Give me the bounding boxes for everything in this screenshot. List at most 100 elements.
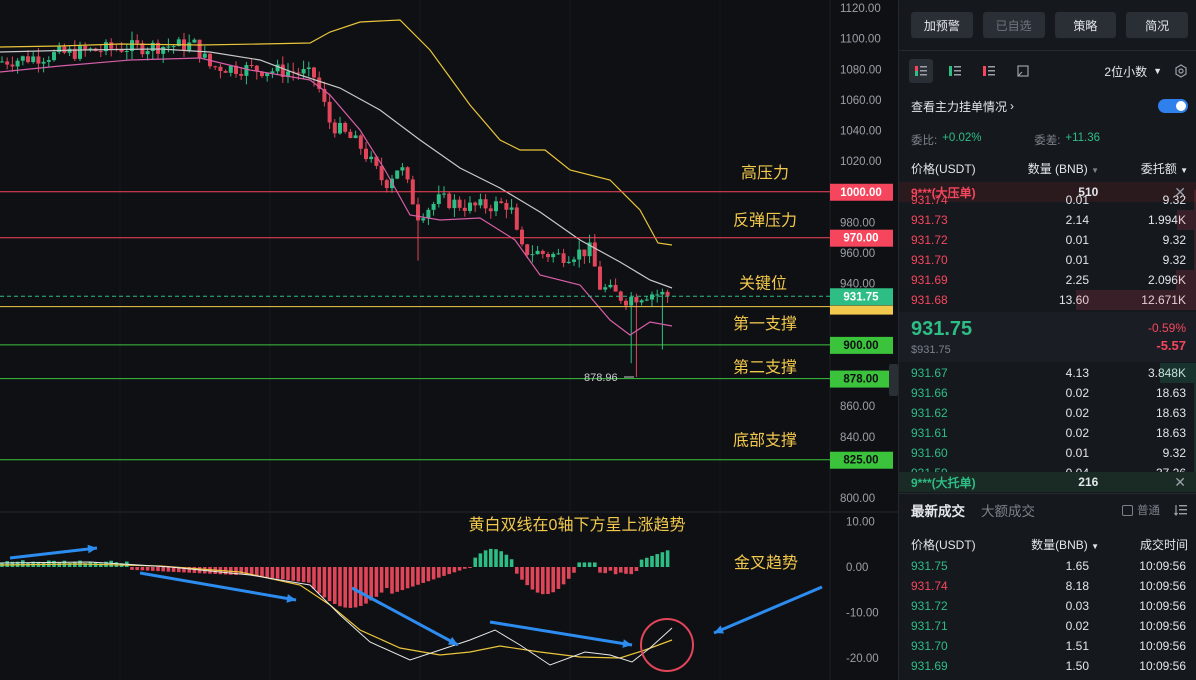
panel-resize-handle[interactable] <box>889 364 898 396</box>
macd-histogram-bar <box>639 559 644 567</box>
ask-row[interactable]: 931.72 0.01 9.32 <box>911 230 1196 250</box>
candle-body <box>577 249 582 260</box>
depth-view-icon[interactable] <box>1011 59 1035 83</box>
trade-qty: 0.03 <box>1065 599 1089 613</box>
macd-histogram-bar <box>296 567 301 582</box>
overview-button[interactable]: 简况 <box>1126 12 1188 38</box>
bid-row[interactable]: 931.61 0.02 18.63 <box>911 423 1196 443</box>
macd-histogram-bar <box>624 567 628 574</box>
macd-histogram-bar <box>255 567 259 577</box>
macd-histogram-bar <box>457 567 462 571</box>
candle-body <box>244 65 249 76</box>
tab-large-trades[interactable]: 大额成交 <box>981 500 1035 520</box>
candle-body <box>416 204 420 221</box>
decimals-select[interactable]: 2位小数 ▼ <box>1104 63 1188 80</box>
candle-body <box>556 253 561 255</box>
col-qty[interactable]: 数量 (BNB) ▼ <box>1005 160 1099 177</box>
bid-total: 18.63 <box>1155 406 1186 420</box>
trade-qty: 0.02 <box>1065 619 1089 633</box>
macd-histogram-bar <box>369 567 373 601</box>
macd-histogram-bar <box>546 567 550 595</box>
filter-list-icon[interactable] <box>1174 503 1188 517</box>
ask-row[interactable]: 931.74 0.01 9.32 <box>911 190 1196 210</box>
macd-axis-tick: 10.00 <box>846 517 875 529</box>
view-bids-icon[interactable] <box>943 59 967 83</box>
depth-bar <box>1159 363 1196 383</box>
bid-row[interactable]: 931.62 0.02 18.63 <box>911 403 1196 423</box>
watchlist-button[interactable]: 已自选 <box>982 12 1045 38</box>
last-price-box: 931.75 $931.75 -0.59% -5.57 <box>899 312 1196 362</box>
candle-body <box>218 66 223 72</box>
add-alert-button[interactable]: 加预警 <box>911 12 973 38</box>
candle-body <box>405 167 410 180</box>
close-icon[interactable]: ✕ <box>1174 474 1186 491</box>
macd-histogram-bar <box>301 567 306 583</box>
bid-qty: 0.02 <box>1065 386 1089 400</box>
candle-body <box>15 60 20 67</box>
strategy-button[interactable]: 策略 <box>1054 12 1117 38</box>
ask-row[interactable]: 931.70 0.01 9.32 <box>911 250 1196 270</box>
normal-filter[interactable]: 普通 <box>1122 502 1188 518</box>
candle-body <box>312 67 316 78</box>
macd-histogram-bar <box>665 550 670 567</box>
macd-histogram-bar <box>359 567 363 606</box>
candle-body <box>582 249 587 257</box>
chart-area[interactable]: 1120.00 1100.00 1080.00 1060.00 1040.00 1020.… <box>0 0 898 680</box>
macd-histogram-bar <box>281 567 285 580</box>
ask-price: 931.74 <box>911 193 948 207</box>
price-axis-tick: 1060.00 <box>840 95 882 107</box>
candle-body <box>135 40 140 44</box>
ask-row[interactable]: 931.68 13.60 12.671K <box>911 290 1196 310</box>
bid-row[interactable]: 931.66 0.02 18.63 <box>911 383 1196 403</box>
view-both-icon[interactable] <box>909 59 933 83</box>
candle-body <box>306 67 311 70</box>
macd-axis-tick: -20.00 <box>846 653 879 665</box>
candle-body <box>358 135 363 149</box>
ask-qty: 0.01 <box>1065 253 1089 267</box>
main-force-orders-row[interactable]: 查看主力挂单情况 › <box>911 97 1188 115</box>
candle-body <box>327 101 332 123</box>
normal-checkbox[interactable] <box>1122 504 1133 516</box>
col-total[interactable]: 委托额 ▼ <box>1099 160 1188 177</box>
top-button-row: 加预警 已自选 策略 简况 <box>911 12 1188 38</box>
level-price-label: 825.00 <box>843 455 878 467</box>
view-asks-icon[interactable] <box>977 59 1001 83</box>
macd-histogram-bar <box>447 567 451 575</box>
trade-row: 931.69 1.50 10:09:56 <box>911 656 1186 676</box>
macd-histogram-bar <box>161 567 165 572</box>
macd-histogram-bar <box>130 567 134 570</box>
macd-histogram-bar <box>494 549 498 567</box>
trend-arrow <box>351 586 459 647</box>
candle-body <box>629 296 634 306</box>
bid-row[interactable]: 931.67 4.13 3.848K <box>911 363 1196 383</box>
macd-histogram-bar <box>598 567 602 573</box>
candle-body <box>447 193 452 209</box>
big-buy-qty: 216 <box>1078 475 1099 489</box>
candle-body <box>124 51 129 53</box>
macd-histogram-bar <box>489 548 493 567</box>
ask-row[interactable]: 931.69 2.25 2.096K <box>911 270 1196 290</box>
trade-price: 931.72 <box>911 599 948 613</box>
weibi-value: +0.02% <box>942 132 982 144</box>
macd-histogram-bar <box>364 567 368 604</box>
level-annotation: 反弹压力 <box>733 212 797 230</box>
bid-row[interactable]: 931.60 0.01 9.32 <box>911 443 1196 463</box>
macd-histogram-bar <box>619 567 623 573</box>
main-force-toggle[interactable] <box>1158 99 1188 113</box>
macd-annotation: 黄白双线在0轴下方呈上涨趋势 <box>469 516 686 534</box>
macd-histogram-bar <box>286 567 290 581</box>
tab-latest-trades[interactable]: 最新成交 <box>911 500 965 520</box>
ask-row[interactable]: 931.73 2.14 1.994K <box>911 210 1196 230</box>
trade-col-qty[interactable]: 数量(BNB) ▼ <box>1005 536 1099 553</box>
trade-qty: 1.50 <box>1065 659 1089 673</box>
candle-body <box>608 284 613 288</box>
kline-chart[interactable]: 1120.00 1100.00 1080.00 1060.00 1040.00 1020.… <box>0 0 898 680</box>
band-lower <box>0 57 673 336</box>
macd-histogram-bar <box>437 567 441 578</box>
level-price-label: 1000.00 <box>840 187 882 199</box>
big-buy-order[interactable]: 9***(大托单) 216 ✕ <box>899 472 1196 492</box>
candle-body <box>171 46 176 48</box>
settings-gear-icon[interactable] <box>1174 64 1188 78</box>
trade-time: 10:09:56 <box>1139 619 1186 633</box>
candle-body <box>660 291 665 295</box>
